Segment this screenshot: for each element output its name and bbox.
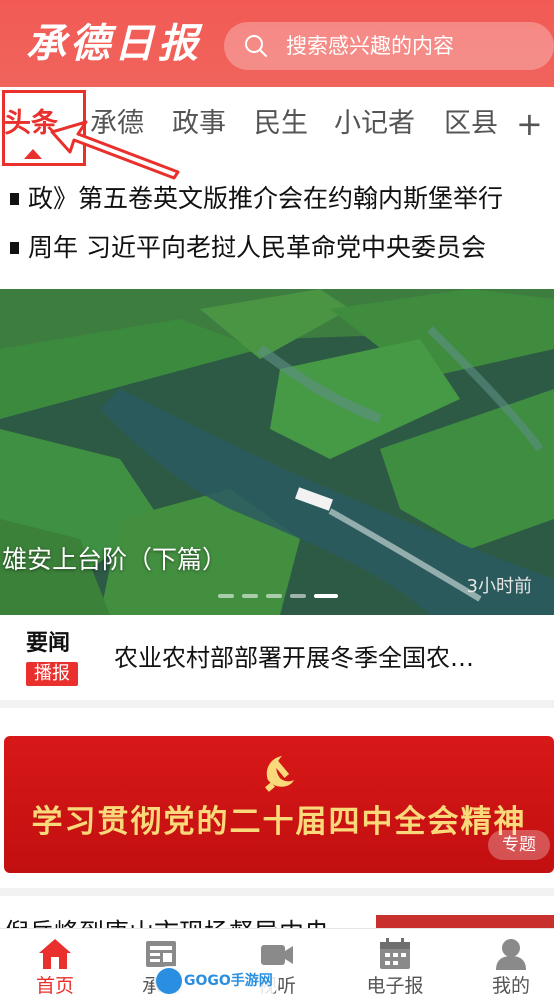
hero-title[interactable]: 雄安上台阶（下篇） <box>2 540 227 580</box>
nav-label: 我的 <box>491 975 530 997</box>
nav-home[interactable]: 首页 <box>0 929 110 1002</box>
home-icon <box>39 939 71 969</box>
topic-banner[interactable]: 学习贯彻党的二十届四中全会精神 专题 <box>4 736 554 873</box>
ticker-text: 政》第五卷英文版推介会在约翰内斯堡举行 <box>28 184 504 213</box>
watermark-text: GOGO手游网 <box>184 973 273 989</box>
add-tab-button[interactable]: + <box>516 104 543 144</box>
news-broadcast-strip[interactable]: 要闻 播报 农业农村部部署开展冬季全国农… <box>0 620 554 698</box>
hero-timestamp: 3小时前 <box>466 576 532 597</box>
ticker-text: 周年 习近平向老挝人民革命党中央委员会 <box>28 233 486 262</box>
search-icon <box>245 35 267 57</box>
news-headline[interactable]: 农业农村部部署开展冬季全国农… <box>114 638 474 678</box>
nav-label: 电子报 <box>366 975 424 997</box>
carousel-dot[interactable] <box>290 594 306 598</box>
carousel-dot[interactable] <box>242 594 258 598</box>
bullet-icon <box>10 193 19 205</box>
tab-politics[interactable]: 政事 <box>172 104 226 144</box>
section-divider <box>0 700 554 708</box>
watermark-logo-icon <box>156 968 182 994</box>
news-label: 要闻 <box>26 631 71 656</box>
tab-counties[interactable]: 区县 <box>444 104 498 144</box>
carousel-dot-active[interactable] <box>314 594 338 598</box>
nav-profile[interactable]: 我的 <box>456 929 554 1002</box>
search-placeholder: 搜索感兴趣的内容 <box>286 34 454 58</box>
nav-e-paper[interactable]: 电子报 <box>340 929 450 1002</box>
ticker-item[interactable]: 周年 习近平向老挝人民革命党中央委员会 <box>0 224 554 274</box>
bullet-icon <box>10 242 19 254</box>
topic-tag[interactable]: 专题 <box>488 830 550 860</box>
broadcast-badge: 播报 <box>26 662 78 686</box>
carousel-dot[interactable] <box>266 594 282 598</box>
tab-young-reporter[interactable]: 小记者 <box>334 104 415 144</box>
nav-label: 首页 <box>35 975 74 997</box>
search-bar[interactable]: 搜索感兴趣的内容 <box>224 22 554 70</box>
user-icon <box>496 939 526 970</box>
section-divider <box>0 888 554 896</box>
app-header: 承德日报 搜索感兴趣的内容 <box>0 0 554 87</box>
hammer-sickle-icon <box>265 756 294 792</box>
ticker-item[interactable]: 政》第五卷英文版推介会在约翰内斯堡举行 <box>0 175 554 225</box>
bottom-navigation: 首页 承德 视听 电子报 <box>0 928 554 1002</box>
calendar-icon <box>380 938 410 969</box>
tab-livelihood[interactable]: 民生 <box>254 104 308 144</box>
carousel-dot[interactable] <box>218 594 234 598</box>
site-watermark: GOGO手游网 <box>154 966 279 996</box>
banner-slogan: 学习贯彻党的二十届四中全会精神 <box>31 804 527 840</box>
annotation-arrow <box>50 120 180 180</box>
app-logo: 承德日报 <box>26 20 202 67</box>
